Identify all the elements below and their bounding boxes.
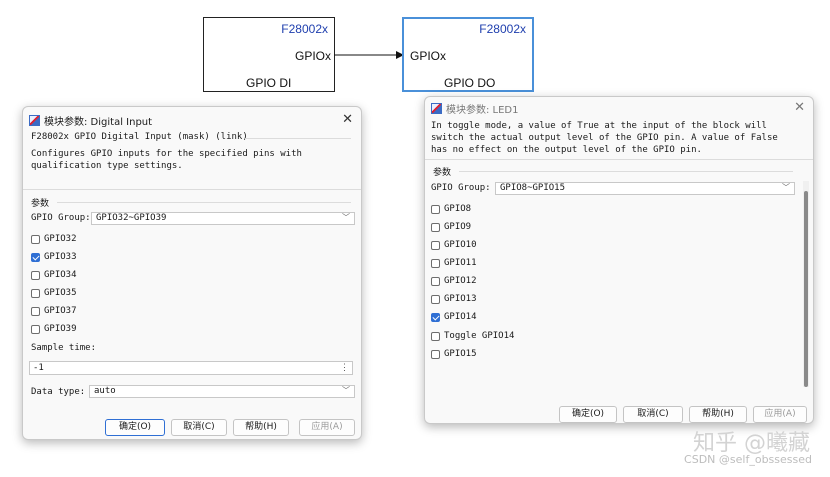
checkbox-toggle-gpio14[interactable]: [431, 332, 440, 341]
ok-button[interactable]: 确定(O): [105, 419, 165, 436]
ok-button[interactable]: 确定(O): [559, 406, 617, 423]
dialog-title: 模块参数: LED1: [446, 104, 519, 116]
checkbox-label: GPIO35: [44, 288, 77, 298]
checkbox-gpio14[interactable]: [431, 313, 440, 322]
checkbox-gpio37[interactable]: [31, 307, 40, 316]
csdn-watermark: CSDN @self_obssessed: [684, 453, 812, 466]
chevron-down-icon: ﹀: [342, 386, 350, 395]
close-icon[interactable]: ✕: [342, 112, 353, 127]
simulink-app-icon: [29, 114, 40, 126]
gpio-di-port-label: GPIOx: [294, 49, 331, 63]
dialog-title: 模块参数: Digital Input: [44, 116, 153, 128]
gpio-do-port-label: GPIOx: [410, 49, 447, 63]
chevron-down-icon: ﹀: [782, 183, 790, 192]
scrollbar-thumb[interactable]: [804, 191, 808, 387]
checkbox-label: GPIO14: [444, 312, 477, 322]
checkbox-label: GPIO39: [44, 324, 77, 334]
cancel-button[interactable]: 取消(C): [171, 419, 227, 436]
help-button[interactable]: 帮助(H): [233, 419, 289, 436]
gpio-do-model-label: F28002x: [479, 22, 526, 36]
dialog-titlebar[interactable]: 模块参数: Digital Input ✕: [23, 109, 361, 131]
gpio-di-name-label: GPIO DI: [246, 76, 292, 90]
gpio-do-name-label: GPIO DO: [444, 76, 496, 90]
checkbox-label: Toggle GPIO14: [444, 331, 515, 341]
led1-dialog: 模块参数: LED1 ✕ In toggle mode, a value of …: [424, 96, 814, 424]
gpio-do-block[interactable]: F28002x GPIOx GPIO DO: [402, 17, 534, 92]
checkbox-label: GPIO15: [444, 349, 477, 359]
gpio-group-select[interactable]: GPIO32~GPIO39 ﹀: [91, 212, 355, 225]
data-type-label: Data type:: [31, 387, 86, 397]
spinner-icon[interactable]: ⋮: [340, 362, 349, 374]
sample-time-input[interactable]: -1 ⋮: [29, 361, 353, 375]
checkbox-gpio35[interactable]: [31, 289, 40, 298]
gpio-di-block[interactable]: F28002x GPIOx GPIO DI: [203, 17, 335, 92]
description-line-1: In toggle mode, a value of True at the i…: [431, 121, 767, 131]
checkbox-gpio11[interactable]: [431, 259, 440, 268]
checkbox-gpio34[interactable]: [31, 271, 40, 280]
description-line-1: Configures GPIO inputs for the specified…: [31, 149, 302, 159]
checkbox-label: GPIO34: [44, 270, 77, 280]
description-line-2: switch the actual output level of the GP…: [431, 133, 778, 143]
gpio-di-model-label: F28002x: [281, 22, 328, 36]
close-icon[interactable]: ✕: [794, 100, 805, 115]
checkbox-gpio8[interactable]: [431, 205, 440, 214]
checkbox-label: GPIO32: [44, 234, 77, 244]
gpio-group-label: GPIO Group:: [31, 213, 91, 223]
checkbox-gpio33[interactable]: [31, 253, 40, 262]
checkbox-gpio32[interactable]: [31, 235, 40, 244]
checkbox-gpio39[interactable]: [31, 325, 40, 334]
apply-button[interactable]: 应用(A): [753, 406, 807, 423]
data-type-value: auto: [94, 386, 116, 396]
checkbox-label: GPIO13: [444, 294, 477, 304]
checkbox-gpio13[interactable]: [431, 295, 440, 304]
data-type-select[interactable]: auto ﹀: [89, 385, 355, 398]
cancel-button[interactable]: 取消(C): [623, 406, 683, 423]
checkbox-label: GPIO10: [444, 240, 477, 250]
checkbox-label: GPIO37: [44, 306, 77, 316]
checkbox-gpio15[interactable]: [431, 350, 440, 359]
gpio-group-label: GPIO Group:: [431, 183, 491, 193]
section-label: 参数: [433, 168, 452, 178]
section-label: 参数: [31, 199, 50, 209]
sample-time-label: Sample time:: [31, 343, 97, 353]
description-line-2: qualification type settings.: [31, 161, 183, 171]
digital-input-dialog: 模块参数: Digital Input ✕ F28002x GPIO Digit…: [22, 106, 362, 440]
apply-button[interactable]: 应用(A): [299, 419, 355, 436]
sample-time-value: -1: [33, 363, 44, 373]
help-button[interactable]: 帮助(H): [689, 406, 747, 423]
mask-header: F28002x GPIO Digital Input (mask) (link): [31, 132, 248, 142]
gpio-group-value: GPIO32~GPIO39: [96, 213, 167, 223]
checkbox-label: GPIO12: [444, 276, 477, 286]
dialog-titlebar[interactable]: 模块参数: LED1 ✕: [425, 97, 813, 119]
description-line-3: has no effect on the output level of the…: [431, 145, 702, 155]
checkbox-gpio10[interactable]: [431, 241, 440, 250]
checkbox-label: GPIO11: [444, 258, 477, 268]
signal-line[interactable]: [334, 48, 406, 62]
gpio-group-select[interactable]: GPIO8~GPIO15 ﹀: [495, 182, 795, 195]
checkbox-label: GPIO9: [444, 222, 472, 232]
checkbox-gpio12[interactable]: [431, 277, 440, 286]
gpio-group-value: GPIO8~GPIO15: [500, 183, 566, 193]
checkbox-gpio9[interactable]: [431, 223, 440, 232]
chevron-down-icon: ﹀: [342, 213, 350, 222]
checkbox-label: GPIO8: [444, 204, 472, 214]
checkbox-label: GPIO33: [44, 252, 77, 262]
vertical-scrollbar[interactable]: [803, 181, 809, 387]
simulink-app-icon: [431, 102, 442, 114]
